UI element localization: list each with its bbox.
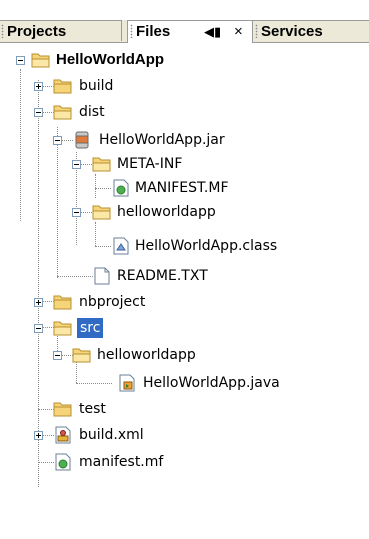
folder-open-icon [72,348,91,363]
tree-node-java-file[interactable]: HelloWorldApp.java [0,373,369,393]
tree-node-meta-inf[interactable]: META-INF [0,154,369,174]
tree-node-label: test [79,401,106,417]
tree-node-label: nbproject [79,294,146,310]
tree-node-root[interactable]: HelloWorldApp [0,50,369,70]
folder-icon [53,295,72,310]
class-file-icon [113,237,129,255]
tree-node-label: HelloWorldApp.java [143,375,280,391]
expand-icon[interactable] [34,431,43,440]
collapse-icon[interactable] [53,136,62,145]
tree-node-label: HelloWorldApp.jar [99,132,225,148]
tree-node-dist[interactable]: dist [0,102,369,122]
tree-node-label: README.TXT [117,268,208,284]
tree-node-jar[interactable]: HelloWorldApp.jar [0,130,369,150]
java-file-icon [119,374,135,392]
manifest-file-icon [55,453,71,471]
expand-icon[interactable] [34,82,43,91]
tree-node-label: build.xml [79,427,144,443]
collapse-icon[interactable] [72,160,81,169]
folder-icon [53,402,72,417]
tree-node-build[interactable]: build [0,76,369,96]
collapse-icon[interactable] [72,208,81,217]
collapse-icon[interactable] [34,324,43,333]
close-tab-icon[interactable]: × [234,21,243,42]
folder-open-icon [53,105,72,120]
tree-node-manifest-lower[interactable]: manifest.mf [0,452,369,472]
tree-node-label: HelloWorldApp.class [135,238,278,254]
tree-node-label: dist [79,104,105,120]
tree-node-label: MANIFEST.MF [135,180,229,196]
manifest-file-icon [113,179,129,197]
tree-node-test[interactable]: test [0,399,369,419]
tree-node-helloworldapp-src[interactable]: helloworldapp [0,345,369,365]
expand-icon[interactable] [34,298,43,307]
collapse-icon[interactable] [53,351,62,360]
tree-node-class-file[interactable]: HelloWorldApp.class [0,236,369,256]
tree-node-readme[interactable]: README.TXT [0,266,369,286]
tree-node-nbproject[interactable]: nbproject [0,292,369,312]
text-file-icon [94,267,110,285]
ant-build-file-icon [55,426,71,444]
jar-icon [75,131,89,149]
tree-node-label: HelloWorldApp [56,51,165,68]
tree-node-label: build [79,78,114,94]
tree-node-helloworldapp-dist[interactable]: helloworldapp [0,202,369,222]
minimize-window-icon[interactable]: ◀▮ [204,21,221,42]
folder-icon [53,79,72,94]
file-tree: HelloWorldApp build dist HelloWorldApp.j… [0,0,369,539]
tree-node-label-selected: src [77,318,104,338]
tree-node-label: manifest.mf [79,454,164,470]
tree-node-label: helloworldapp [97,347,196,363]
tab-files[interactable]: Files ◀▮ × [127,20,253,43]
tree-node-src[interactable]: src [0,318,369,338]
tree-node-manifest-upper[interactable]: MANIFEST.MF [0,178,369,198]
folder-open-icon [92,205,111,220]
tree-node-build-xml[interactable]: build.xml [0,425,369,445]
tab-files-label: Files [136,23,171,40]
tree-node-label: META-INF [117,156,183,172]
collapse-icon[interactable] [34,108,43,117]
folder-open-icon [31,53,50,68]
collapse-icon[interactable] [16,56,25,65]
tree-node-label: helloworldapp [117,204,216,220]
tab-grip-icon [130,24,133,38]
folder-open-icon [92,157,111,172]
folder-open-icon [53,321,72,336]
